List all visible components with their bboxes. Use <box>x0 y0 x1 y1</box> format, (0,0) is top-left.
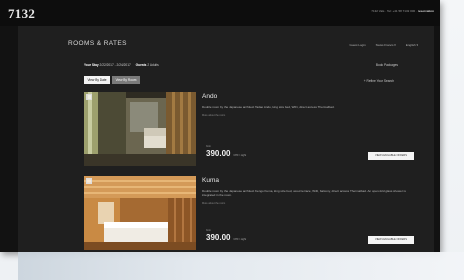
view-by-date-button[interactable]: View By Date <box>84 76 110 84</box>
currency-select[interactable]: Swiss Francs ▾ <box>376 43 396 47</box>
view-offers-button[interactable]: VIEW AVAILABLE OFFERS <box>368 236 414 244</box>
guests-label: Guests <box>135 63 147 67</box>
guest-login-link[interactable]: Guest Login <box>349 43 365 47</box>
view-offers-button[interactable]: VIEW AVAILABLE OFFERS <box>368 152 414 160</box>
language-select[interactable]: English ▾ <box>406 43 418 47</box>
room-photo[interactable] <box>84 176 196 250</box>
stay-summary: Your Stay 2/22/2017 - 2/24/2017 Guests 2… <box>84 63 159 67</box>
desktop-background <box>18 252 464 280</box>
hotel-logo[interactable]: 7132 <box>8 6 35 22</box>
room-more-link[interactable]: More about the room <box>202 202 225 205</box>
select-checkbox[interactable] <box>86 94 92 100</box>
select-checkbox[interactable] <box>86 178 92 184</box>
price-unit: CHF / night <box>233 154 247 157</box>
stay-label: Your Stay <box>84 63 99 67</box>
price-from-label: from <box>206 145 211 148</box>
room-price: 390.00 CHF / night <box>206 149 246 158</box>
stay-dates: 2/22/2017 - 2/24/2017 <box>99 63 131 67</box>
room-name: Ando <box>202 93 218 100</box>
refine-search-link[interactable]: + Refine Your Search <box>364 79 394 83</box>
price-from-label: from <box>206 229 211 232</box>
view-by-room-button[interactable]: View By Room <box>112 76 140 84</box>
room-price: 390.00 CHF / night <box>206 233 246 242</box>
room-ando-image <box>84 92 196 166</box>
room-more-link[interactable]: More about the room <box>202 114 225 117</box>
book-packages-link[interactable]: Book Packages <box>376 63 398 67</box>
top-bar: 7132 7132 Vals · Tel: +41 58 7132 000 · … <box>0 0 440 26</box>
top-contact: 7132 Vals · Tel: +41 58 7132 000 · reser… <box>371 9 434 13</box>
room-description: Double room by the Japanese architect Ta… <box>202 105 335 109</box>
room-card: Ando Double room by the Japanese archite… <box>84 92 418 178</box>
guests-value: 2 Adults <box>147 63 159 67</box>
room-description: Double room by the Japanese architect Ke… <box>202 189 406 197</box>
room-photo[interactable] <box>84 92 196 166</box>
header-utilities: Guest Login Swiss Francs ▾ English ▾ <box>349 43 418 47</box>
page-title: ROOMS & RATES <box>68 40 127 47</box>
room-kuma-image <box>84 176 196 250</box>
price-amount: 390.00 <box>206 149 231 158</box>
price-amount: 390.00 <box>206 233 231 242</box>
contact-text: 7132 Vals · Tel: +41 58 7132 000 · <box>371 9 417 13</box>
browser-page: 7132 7132 Vals · Tel: +41 58 7132 000 · … <box>0 0 440 252</box>
reservation-link[interactable]: reservation <box>418 9 434 13</box>
price-unit: CHF / night <box>233 238 247 241</box>
room-name: Kuma <box>202 177 219 184</box>
room-card: Kuma Double room by the Japanese archite… <box>84 176 418 262</box>
